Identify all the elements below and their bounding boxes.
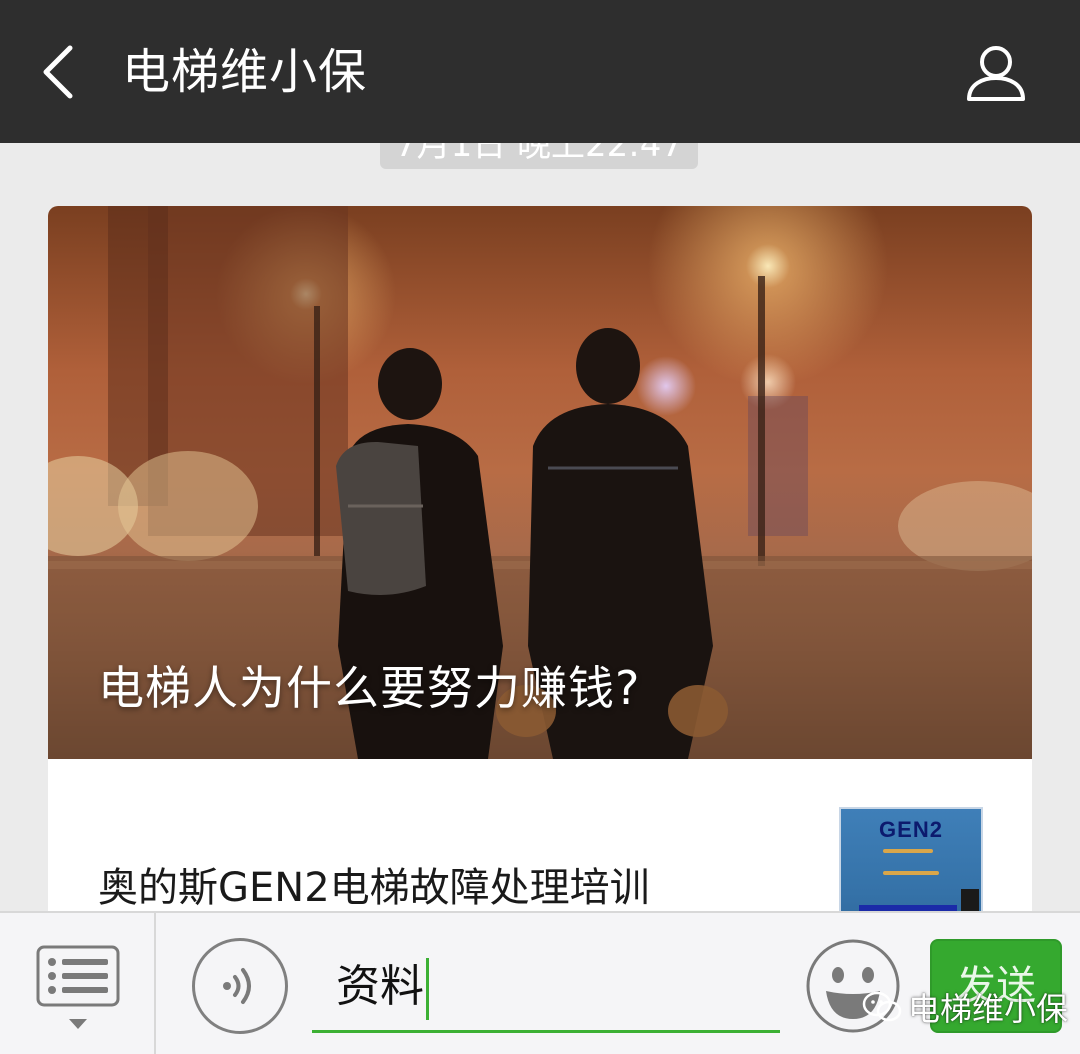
back-button[interactable] (28, 38, 92, 106)
thumbnail-text-line (883, 871, 939, 875)
menu-toggle-button[interactable] (36, 945, 120, 1035)
watermark: 电梯维小保 (862, 987, 1069, 1028)
input-bar: 资料 发送 (0, 911, 1080, 1054)
thumbnail-side-block (961, 889, 979, 911)
article-card[interactable]: 电梯人为什么要努力赚钱? 奥的斯GEN2电梯故障处理培训 GEN2 (48, 206, 1032, 911)
page-title: 电梯维小保 (122, 44, 368, 100)
sub-article-title: 奥的斯GEN2电梯故障处理培训 (98, 865, 650, 911)
cover-image[interactable]: 电梯人为什么要努力赚钱? (48, 206, 1032, 759)
profile-button[interactable] (958, 38, 1034, 108)
list-menu-icon (36, 945, 120, 1029)
thumbnail-logo: GEN2 (879, 817, 943, 842)
watermark-text: 电梯维小保 (908, 990, 1069, 1028)
voice-button[interactable] (192, 938, 288, 1034)
person-icon (967, 46, 1025, 101)
sub-article-thumbnail: GEN2 (839, 807, 983, 911)
text-caret (426, 958, 429, 1020)
message-input[interactable]: 资料 (312, 941, 780, 1033)
voice-icon (223, 968, 251, 1004)
message-input-value: 资料 (336, 961, 424, 1012)
timestamp-badge: 7月1日 晚上22:47 (380, 143, 698, 169)
menu-divider (154, 913, 156, 1054)
wechat-logo-icon (862, 991, 902, 1022)
article-sub-item[interactable]: 奥的斯GEN2电梯故障处理培训 GEN2 (48, 759, 1032, 911)
top-bar: 电梯维小保 (0, 0, 1080, 143)
cover-title: 电梯人为什么要努力赚钱? (98, 661, 641, 715)
chat-area[interactable]: 7月1日 晚上22:47 电梯人为什么要努力赚钱? 奥的斯GEN2电梯故障处理培… (0, 143, 1080, 911)
chevron-left-icon (43, 45, 73, 99)
thumbnail-text-line (883, 849, 933, 853)
